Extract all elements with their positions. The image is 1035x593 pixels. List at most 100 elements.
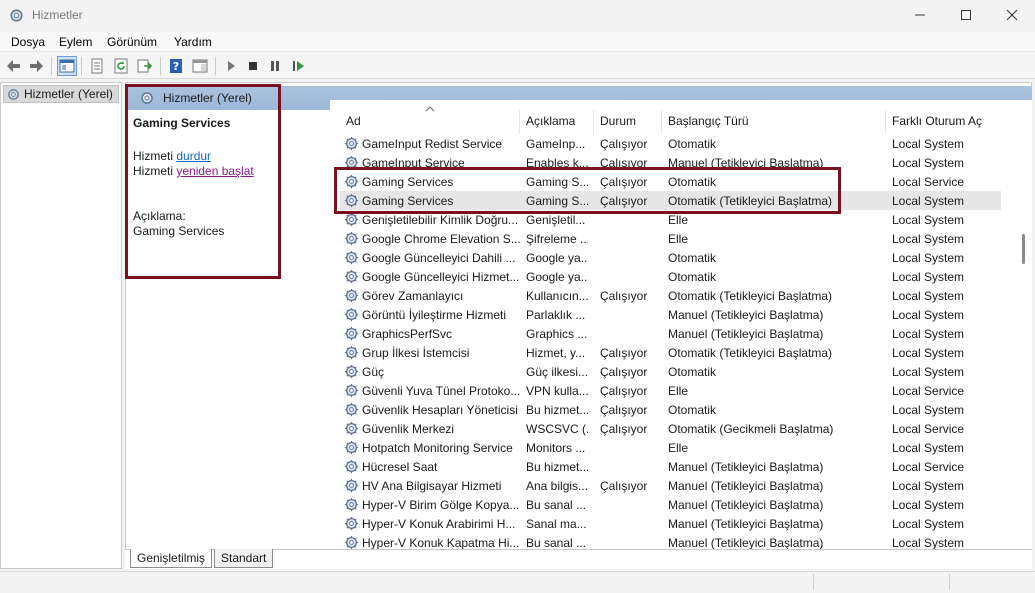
column-header-name[interactable]: Ad [346, 114, 361, 128]
vertical-scrollbar[interactable] [1018, 100, 1030, 549]
column-separator [661, 110, 662, 134]
forward-button[interactable] [26, 56, 46, 76]
service-row[interactable]: Güç Güç ilkesi... Çalışıyor Otomatik Local S… [340, 362, 1001, 381]
service-name: Hyper-V Birim Gölge Kopya... [362, 498, 520, 512]
tab-standard[interactable]: Standart [214, 549, 274, 568]
service-logon-as: Local System [892, 403, 965, 417]
service-status: Çalışıyor [600, 422, 648, 436]
service-gear-icon [344, 516, 359, 531]
service-description: Bu sanal ... [526, 498, 587, 512]
maximize-button[interactable] [943, 0, 989, 30]
service-logon-as: Local System [892, 289, 965, 303]
service-description: Bu hizmet... [526, 403, 588, 417]
resume-service-icon [293, 61, 304, 71]
minimize-button[interactable] [897, 0, 943, 30]
service-startup-type: Manuel (Tetikleyici Başlatma) [668, 517, 824, 531]
service-row[interactable]: Google Chrome Elevation S... Şifreleme ..… [340, 229, 1001, 248]
menu-view[interactable]: Görünüm [107, 35, 157, 49]
service-description: Genişletil... [526, 213, 586, 227]
service-gear-icon [344, 269, 359, 284]
tab-extended[interactable]: Genişletilmiş [130, 549, 213, 568]
service-row[interactable]: Güvenlik Merkezi WSCSVC (... Çalışıyor Otom… [340, 419, 1001, 438]
export-list-button[interactable] [135, 56, 155, 76]
service-description: GameInp... [526, 137, 586, 151]
menu-file[interactable]: Dosya [11, 35, 45, 49]
service-name: Google Chrome Elevation S... [362, 232, 520, 246]
gaming-services-highlight-box [334, 167, 841, 214]
service-row[interactable]: GraphicsPerfSvc Graphics ... Manuel (Tetik… [340, 324, 1001, 343]
pause-service-button[interactable] [265, 56, 285, 76]
toolbar: ? [0, 53, 1035, 79]
tree-item-services-local[interactable]: Hizmetler (Yerel) [3, 85, 119, 103]
services-gear-icon [6, 87, 21, 102]
service-logon-as: Local System [892, 194, 965, 208]
service-startup-type: Elle [668, 232, 689, 246]
service-row[interactable]: Görüntü İyileştirme Hizmeti Parlaklık ...… [340, 305, 1001, 324]
service-startup-type: Otomatik (Gecikmeli Başlatma) [668, 422, 834, 436]
column-header-logon-as[interactable]: Farklı Oturum Aç [892, 114, 982, 128]
service-startup-type: Otomatik [668, 270, 717, 284]
menu-action[interactable]: Eylem [59, 35, 92, 49]
service-row[interactable]: Görev Zamanlayıcı Kullanıcın... Çalışıyor O… [340, 286, 1001, 305]
back-button[interactable] [4, 56, 24, 76]
service-name: Güvenlik Hesapları Yöneticisi [362, 403, 518, 417]
stop-service-button[interactable] [243, 56, 263, 76]
service-description: Google ya... [526, 251, 588, 265]
properties-button[interactable] [87, 56, 107, 76]
service-startup-type: Otomatik [668, 137, 717, 151]
service-row[interactable]: HV Ana Bilgisayar Hizmeti Ana bilgis... Ça… [340, 476, 1001, 495]
scrollbar-thumb[interactable] [1022, 234, 1025, 264]
toolbar-separator [215, 57, 216, 75]
service-logon-as: Local Service [892, 384, 965, 398]
resume-service-button[interactable] [288, 56, 308, 76]
service-row[interactable]: Güvenlik Hesapları Yöneticisi Bu hizmet..… [340, 400, 1001, 419]
toolbar-separator [160, 57, 161, 75]
service-logon-as: Local System [892, 156, 965, 170]
service-row[interactable]: Hücresel Saat Bu hizmet... Manuel (Tetikle… [340, 457, 1001, 476]
service-row[interactable]: Grup İlkesi İstemcisi Hizmet, y... Çalışıy… [340, 343, 1001, 362]
service-gear-icon [344, 307, 359, 322]
column-header-status[interactable]: Durum [600, 114, 636, 128]
service-description: Sanal ma... [526, 517, 587, 531]
service-row[interactable]: Google Güncelleyici Dahili ... Google ya.… [340, 248, 1001, 267]
column-header-description[interactable]: Açıklama [526, 114, 575, 128]
service-row[interactable]: Hyper-V Konuk Arabirimi H... Sanal ma... M… [340, 514, 1001, 533]
refresh-button[interactable] [111, 56, 131, 76]
menu-help[interactable]: Yardım [174, 35, 212, 49]
service-gear-icon [344, 288, 359, 303]
service-row[interactable]: GameInput Redist Service GameInp... Çalışı… [340, 134, 1001, 153]
help-button[interactable]: ? [166, 56, 186, 76]
service-description: Graphics ... [526, 327, 588, 341]
column-header-startup-type[interactable]: Başlangıç Türü [668, 114, 749, 128]
service-logon-as: Local System [892, 251, 965, 265]
show-hide-icon [192, 59, 208, 73]
service-row[interactable]: Güvenli Yuva Tünel Protoko... VPN kulla..… [340, 381, 1001, 400]
service-row[interactable]: Google Güncelleyici Hizmet... Google ya..… [340, 267, 1001, 286]
service-row[interactable]: Hyper-V Birim Gölge Kopya... Bu sanal ...… [340, 495, 1001, 514]
service-logon-as: Local System [892, 365, 965, 379]
service-name: GraphicsPerfSvc [362, 327, 453, 341]
description-highlight-box [125, 84, 281, 279]
back-arrow-icon [7, 60, 20, 72]
close-button[interactable] [989, 0, 1035, 30]
console-tree-button[interactable] [57, 56, 77, 76]
service-startup-type: Manuel (Tetikleyici Başlatma) [668, 308, 824, 322]
service-description: Parlaklık ... [526, 308, 586, 322]
service-row[interactable]: Hotpatch Monitoring Service Monitors ... E… [340, 438, 1001, 457]
service-logon-as: Local Service [892, 422, 965, 436]
service-startup-type: Manuel (Tetikleyici Başlatma) [668, 498, 824, 512]
service-gear-icon [344, 136, 359, 151]
column-separator [519, 110, 520, 134]
service-name: Güvenli Yuva Tünel Protoko... [362, 384, 520, 398]
service-logon-as: Local System [892, 536, 965, 550]
service-gear-icon [344, 497, 359, 512]
service-logon-as: Local System [892, 270, 965, 284]
service-description: VPN kulla... [526, 384, 588, 398]
service-logon-as: Local Service [892, 175, 965, 189]
show-hide-button[interactable] [190, 56, 210, 76]
title-bar: Hizmetler [0, 0, 1035, 32]
service-name: Güç [362, 365, 385, 379]
service-gear-icon [344, 345, 359, 360]
service-description: Monitors ... [526, 441, 586, 455]
start-service-button[interactable] [221, 56, 241, 76]
